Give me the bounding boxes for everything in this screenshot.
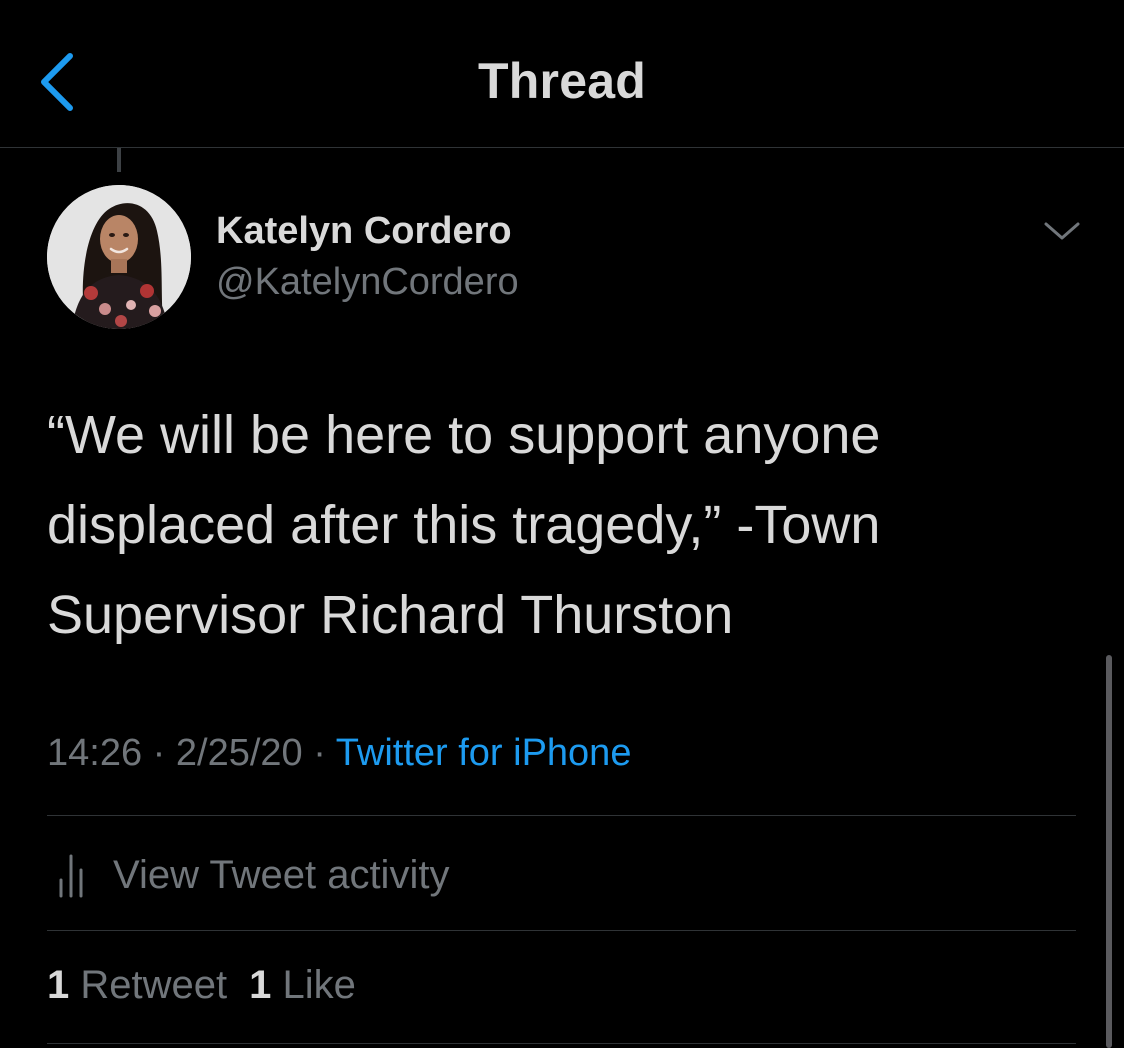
page-title: Thread [478,53,646,109]
retweet-count: 1 [47,963,70,1007]
tweet-time: 14:26 [47,732,143,774]
divider [47,815,1076,816]
avatar[interactable] [47,185,191,329]
tweet-source-link[interactable]: Twitter for iPhone [336,732,632,774]
divider [47,930,1076,931]
tweet-date: 2/25/20 [175,732,303,774]
divider [47,1043,1076,1044]
retweets-stat[interactable]: 1 Retweet [47,963,227,1007]
thread-connector-line [117,148,121,172]
author-name[interactable]: Katelyn Cordero [216,210,512,253]
meta-separator: · [152,732,166,774]
like-label: Like [282,963,356,1007]
tweet-text: “We will be here to support anyone displ… [47,405,881,645]
chevron-down-icon [1044,222,1080,240]
engagement-stats: 1 Retweet 1 Like [47,963,378,1008]
view-tweet-activity-label: View Tweet activity [113,852,450,897]
view-tweet-activity-button[interactable]: View Tweet activity [47,845,449,905]
profile-photo [47,185,191,329]
author-handle[interactable]: @KatelynCordero [216,261,519,304]
retweet-label: Retweet [80,963,228,1007]
meta-separator: · [313,732,326,774]
likes-stat[interactable]: 1 Like [249,963,356,1007]
top-navigation-bar: Thread [0,0,1124,148]
tweet-metadata: 14:26 · 2/25/20 · Twitter for iPhone [47,732,631,775]
like-count: 1 [249,963,272,1007]
more-options-button[interactable] [1040,214,1084,250]
scrollbar[interactable] [1106,655,1112,1048]
bar-chart-icon [59,854,83,898]
